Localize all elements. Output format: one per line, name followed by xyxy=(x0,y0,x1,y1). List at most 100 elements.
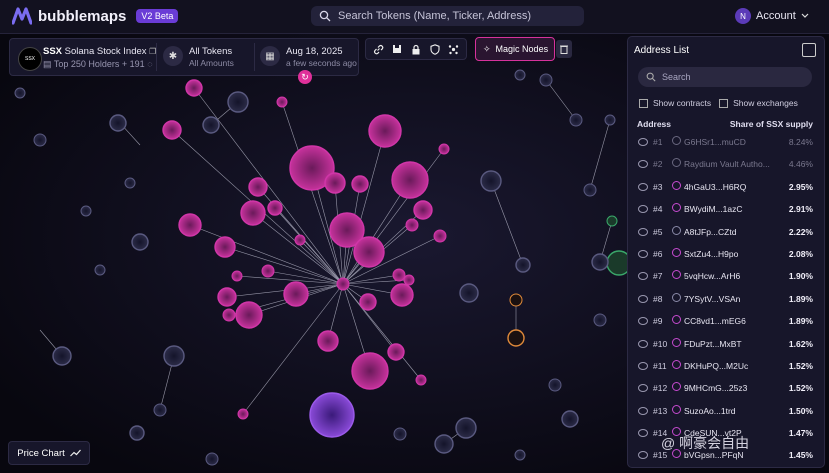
holder-bubble[interactable] xyxy=(317,330,339,352)
eye-icon[interactable] xyxy=(638,317,648,326)
holder-bubble[interactable] xyxy=(205,452,219,466)
holder-bubble[interactable] xyxy=(392,268,406,282)
holder-bubble[interactable] xyxy=(294,234,306,246)
holder-bubble[interactable] xyxy=(393,427,407,441)
holder-bubble[interactable] xyxy=(391,161,429,199)
holder-bubble[interactable] xyxy=(353,236,385,268)
holder-bubble[interactable] xyxy=(351,175,369,193)
account-menu[interactable]: N Account xyxy=(735,6,809,26)
holder-bubble[interactable] xyxy=(539,73,553,87)
holder-bubble[interactable] xyxy=(80,205,92,217)
eye-icon[interactable] xyxy=(638,451,648,460)
holder-bubble[interactable] xyxy=(606,215,618,227)
address-search-input[interactable]: Search xyxy=(638,67,812,87)
holder-bubble[interactable] xyxy=(129,425,145,441)
price-chart-button[interactable]: Price Chart xyxy=(8,441,90,465)
holder-bubble[interactable] xyxy=(405,218,419,232)
show-contracts-checkbox[interactable]: Show contracts xyxy=(639,98,711,109)
magic-nodes-button[interactable]: ✧ Magic Nodes xyxy=(475,37,555,61)
list-item[interactable]: #2 Raydium Vault Autho... 4.46% xyxy=(628,153,824,175)
token-search-input[interactable]: Search Tokens (Name, Ticker, Address) xyxy=(311,6,584,26)
save-icon[interactable] xyxy=(390,42,404,56)
holder-bubble[interactable] xyxy=(227,91,249,113)
list-item[interactable]: #11 DKHuPQ...M2Uc 1.52% xyxy=(628,355,824,377)
holder-bubble[interactable] xyxy=(276,96,288,108)
holder-bubble[interactable] xyxy=(52,346,72,366)
list-item[interactable]: #10 FDuPzt...MxBT 1.62% xyxy=(628,333,824,355)
holder-bubble[interactable] xyxy=(368,114,402,148)
holder-bubble[interactable] xyxy=(359,293,377,311)
holder-bubble[interactable] xyxy=(94,264,106,276)
list-item[interactable]: #5 A8tJFp...CZtd 2.22% xyxy=(628,221,824,243)
logo[interactable]: bubblemaps V2 Beta xyxy=(12,7,179,25)
list-item[interactable]: #6 SxtZu4...H9po 2.08% xyxy=(628,243,824,265)
eye-icon[interactable] xyxy=(638,429,648,438)
holder-bubble[interactable] xyxy=(222,308,236,322)
holder-bubble[interactable] xyxy=(548,378,562,392)
holder-bubble[interactable] xyxy=(514,449,526,461)
link-icon[interactable] xyxy=(371,42,385,56)
date-label[interactable]: Aug 18, 2025 xyxy=(286,46,343,57)
holder-bubble[interactable] xyxy=(403,274,415,286)
holder-bubble[interactable] xyxy=(324,172,346,194)
holder-bubble[interactable] xyxy=(351,352,389,390)
eye-icon[interactable] xyxy=(638,182,648,191)
token-holders[interactable]: ▤ Top 250 Holders + 191 ◌ xyxy=(43,59,153,70)
eye-icon[interactable] xyxy=(638,205,648,214)
eye-icon[interactable] xyxy=(638,272,648,281)
list-item[interactable]: #3 4hGaU3...H6RQ 2.95% xyxy=(628,176,824,198)
shield-icon[interactable] xyxy=(428,42,442,56)
holder-bubble[interactable] xyxy=(109,114,127,132)
network-icon[interactable] xyxy=(447,42,461,56)
holder-bubble[interactable] xyxy=(390,283,414,307)
holder-bubble[interactable] xyxy=(438,143,450,155)
holder-bubble[interactable] xyxy=(124,177,136,189)
holder-bubble[interactable] xyxy=(237,408,249,420)
holder-bubble[interactable] xyxy=(178,213,202,237)
holder-bubble[interactable] xyxy=(591,253,609,271)
holder-bubble[interactable] xyxy=(217,287,237,307)
lock-icon[interactable] xyxy=(409,42,423,56)
holder-bubble[interactable] xyxy=(569,113,583,127)
holder-bubble[interactable] xyxy=(509,293,523,307)
holder-bubble[interactable] xyxy=(480,170,502,192)
holder-bubble[interactable] xyxy=(336,277,350,291)
list-item[interactable]: #7 5vqHcw...ArH6 1.90% xyxy=(628,265,824,287)
holder-bubble[interactable] xyxy=(387,343,405,361)
holder-bubble[interactable] xyxy=(261,264,275,278)
holder-bubble[interactable] xyxy=(413,200,433,220)
holder-bubble[interactable] xyxy=(434,434,454,454)
holder-bubble[interactable] xyxy=(583,183,597,197)
eye-icon[interactable] xyxy=(638,384,648,393)
eye-icon[interactable] xyxy=(638,294,648,303)
holder-bubble[interactable] xyxy=(240,200,266,226)
column-header-share[interactable]: Share of SSX supply xyxy=(730,119,813,129)
holder-bubble[interactable] xyxy=(415,374,427,386)
trash-button[interactable] xyxy=(556,40,572,58)
holder-bubble[interactable] xyxy=(459,283,479,303)
calendar-icon[interactable]: ▦ xyxy=(260,46,280,66)
holder-bubble[interactable] xyxy=(14,87,26,99)
holder-bubble[interactable] xyxy=(604,114,616,126)
holder-bubble[interactable] xyxy=(433,229,447,243)
holder-bubble[interactable] xyxy=(235,301,263,329)
holder-bubble[interactable] xyxy=(309,392,355,438)
list-item[interactable]: #1 G6HSr1...muCD 8.24% xyxy=(628,131,824,153)
list-item[interactable]: #8 7YSytV...VSAn 1.89% xyxy=(628,288,824,310)
holder-bubble[interactable] xyxy=(507,329,525,347)
holder-bubble[interactable] xyxy=(515,257,531,273)
holder-bubble[interactable] xyxy=(267,200,283,216)
holder-bubble[interactable] xyxy=(214,236,236,258)
holder-bubble[interactable] xyxy=(561,410,579,428)
eye-icon[interactable] xyxy=(638,406,648,415)
eye-icon[interactable] xyxy=(638,249,648,258)
holder-bubble[interactable] xyxy=(455,417,477,439)
holder-bubble[interactable] xyxy=(153,403,167,417)
holder-bubble[interactable] xyxy=(593,313,607,327)
list-item[interactable]: #4 BWydiM...1azC 2.91% xyxy=(628,198,824,220)
list-item[interactable]: #9 CC8vd1...mEG6 1.89% xyxy=(628,310,824,332)
expand-icon[interactable] xyxy=(802,43,816,57)
eye-icon[interactable] xyxy=(638,160,648,169)
holder-bubble[interactable] xyxy=(231,270,243,282)
eye-icon[interactable] xyxy=(638,361,648,370)
